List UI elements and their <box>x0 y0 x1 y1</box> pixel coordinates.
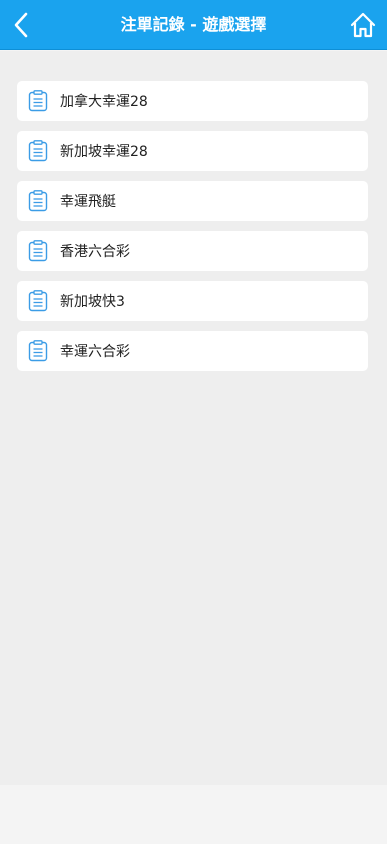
game-item-label: 加拿大幸運28 <box>60 94 148 110</box>
clipboard-list-icon <box>28 90 48 112</box>
game-list: 加拿大幸運28 新加坡幸運28 幸運飛艇 香港六合彩 新加坡快3 幸運六合彩 <box>17 81 368 381</box>
clipboard-list-icon <box>28 340 48 362</box>
top-header: 注單記錄 - 遊戲選擇 <box>0 0 387 50</box>
game-item-lucky-airship[interactable]: 幸運飛艇 <box>17 181 368 221</box>
game-item-canada-lucky28[interactable]: 加拿大幸運28 <box>17 81 368 121</box>
clipboard-list-icon <box>28 190 48 212</box>
game-item-singapore-lucky28[interactable]: 新加坡幸運28 <box>17 131 368 171</box>
chevron-left-icon <box>14 12 28 38</box>
home-icon <box>350 12 376 38</box>
page-title: 注單記錄 - 遊戲選擇 <box>120 15 267 34</box>
game-item-lucky-mark-six[interactable]: 幸運六合彩 <box>17 331 368 371</box>
clipboard-list-icon <box>28 290 48 312</box>
clipboard-list-icon <box>28 240 48 262</box>
game-item-label: 新加坡幸運28 <box>60 144 148 160</box>
game-item-hk-mark-six[interactable]: 香港六合彩 <box>17 231 368 271</box>
game-item-label: 幸運飛艇 <box>60 194 116 210</box>
bottom-blank-area <box>0 785 387 844</box>
main-content: 加拿大幸運28 新加坡幸運28 幸運飛艇 香港六合彩 新加坡快3 幸運六合彩 <box>0 51 387 785</box>
game-item-label: 幸運六合彩 <box>60 344 130 360</box>
clipboard-list-icon <box>28 140 48 162</box>
app-root: 注單記錄 - 遊戲選擇 加拿大幸運28 新加坡幸運28 幸運飛艇 香港六合彩 新… <box>0 0 387 844</box>
back-button[interactable] <box>6 8 36 42</box>
game-item-singapore-fast3[interactable]: 新加坡快3 <box>17 281 368 321</box>
game-item-label: 香港六合彩 <box>60 244 130 260</box>
game-item-label: 新加坡快3 <box>60 294 125 310</box>
home-button[interactable] <box>347 9 379 41</box>
